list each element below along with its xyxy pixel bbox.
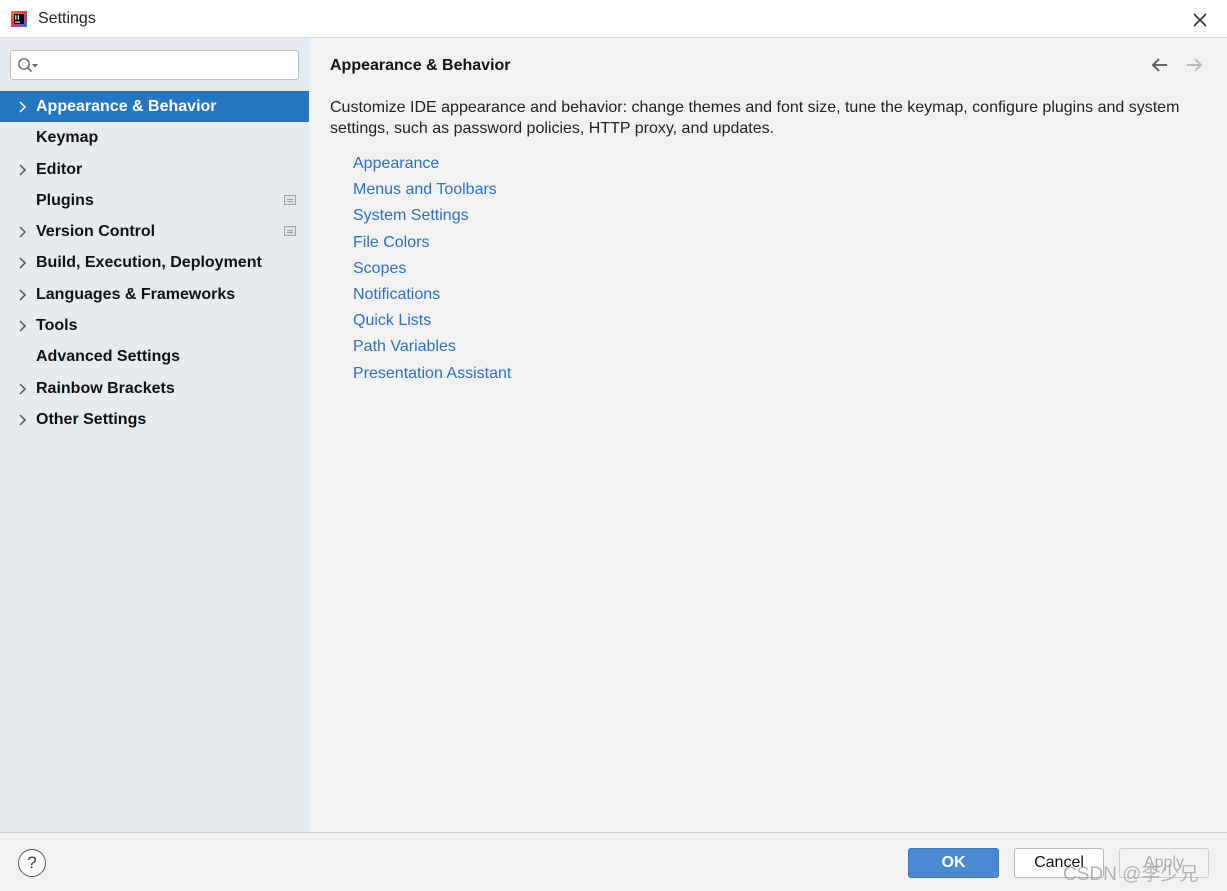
project-level-icon — [284, 194, 296, 205]
arrow-right-icon[interactable] — [1184, 55, 1204, 75]
ok-button[interactable]: OK — [908, 848, 999, 878]
help-button[interactable]: ? — [18, 849, 46, 877]
chevron-right-icon[interactable] — [17, 164, 27, 176]
sidebar-item-tools[interactable]: Tools — [0, 310, 309, 341]
sidebar-item-label: Advanced Settings — [36, 348, 181, 366]
project-level-icon — [284, 226, 296, 237]
cancel-button[interactable]: Cancel — [1014, 848, 1104, 878]
link-quick-lists[interactable]: Quick Lists — [353, 308, 511, 334]
page-description: Customize IDE appearance and behavior: c… — [330, 99, 1180, 137]
sidebar-item-label: Editor — [36, 160, 83, 178]
sidebar-item-advanced-settings[interactable]: Advanced Settings — [0, 341, 309, 372]
search-icon[interactable] — [17, 57, 41, 75]
link-appearance[interactable]: Appearance — [353, 151, 511, 177]
sidebar-item-label: Tools — [36, 317, 78, 335]
sidebar-item-label: Build, Execution, Deployment — [36, 254, 262, 272]
link-path-variables[interactable]: Path Variables — [353, 334, 511, 360]
chevron-right-icon[interactable] — [17, 101, 27, 113]
chevron-right-icon[interactable] — [17, 414, 27, 426]
sidebar-item-label: Version Control — [36, 223, 156, 241]
sidebar-item-rainbow-brackets[interactable]: Rainbow Brackets — [0, 373, 309, 404]
settings-tree: Appearance & Behavior Keymap Editor Plugins… — [0, 91, 309, 435]
title-bar: Settings — [0, 0, 1227, 38]
search-input[interactable] — [45, 55, 293, 75]
chevron-right-icon[interactable] — [17, 320, 27, 332]
settings-sidebar: Appearance & Behavior Keymap Editor Plugins… — [0, 38, 309, 832]
sidebar-item-label: Other Settings — [36, 410, 147, 428]
link-scopes[interactable]: Scopes — [353, 256, 511, 282]
sidebar-item-appearance-behavior[interactable]: Appearance & Behavior — [0, 91, 309, 123]
chevron-right-icon[interactable] — [17, 383, 27, 395]
page-title: Appearance & Behavior — [330, 57, 511, 74]
sidebar-item-keymap[interactable]: Keymap — [0, 122, 309, 153]
dialog-footer: ? OK Cancel Apply CSDN @李少兄 — [0, 832, 1227, 891]
sidebar-item-version-control[interactable]: Version Control — [0, 216, 309, 247]
sidebar-item-build-execution-deployment[interactable]: Build, Execution, Deployment — [0, 247, 309, 278]
sidebar-item-label: Keymap — [36, 129, 99, 147]
link-presentation-assistant[interactable]: Presentation Assistant — [353, 361, 511, 387]
window-title: Settings — [38, 10, 96, 27]
sidebar-item-label: Appearance & Behavior — [36, 98, 217, 115]
sidebar-item-label: Languages & Frameworks — [36, 285, 236, 303]
chevron-right-icon[interactable] — [17, 226, 27, 238]
link-file-colors[interactable]: File Colors — [353, 230, 511, 256]
link-notifications[interactable]: Notifications — [353, 282, 511, 308]
sidebar-item-other-settings[interactable]: Other Settings — [0, 404, 309, 435]
sidebar-item-label: Plugins — [36, 191, 94, 209]
search-box[interactable] — [10, 50, 299, 80]
settings-content: Appearance & Behavior Customize IDE appe… — [309, 38, 1227, 832]
sidebar-item-plugins[interactable]: Plugins — [0, 185, 309, 216]
sidebar-item-label: Rainbow Brackets — [36, 379, 175, 397]
intellij-app-icon — [11, 11, 27, 27]
sidebar-item-editor[interactable]: Editor — [0, 154, 309, 185]
link-system-settings[interactable]: System Settings — [353, 203, 511, 229]
chevron-right-icon[interactable] — [17, 289, 27, 301]
link-menus-and-toolbars[interactable]: Menus and Toolbars — [353, 177, 511, 203]
sidebar-item-languages-frameworks[interactable]: Languages & Frameworks — [0, 279, 309, 310]
apply-button[interactable]: Apply — [1119, 848, 1209, 878]
arrow-left-icon[interactable] — [1150, 55, 1170, 75]
close-icon[interactable] — [1189, 9, 1211, 31]
chevron-right-icon[interactable] — [17, 257, 27, 270]
subpage-links: Appearance Menus and Toolbars System Setti… — [353, 151, 511, 387]
